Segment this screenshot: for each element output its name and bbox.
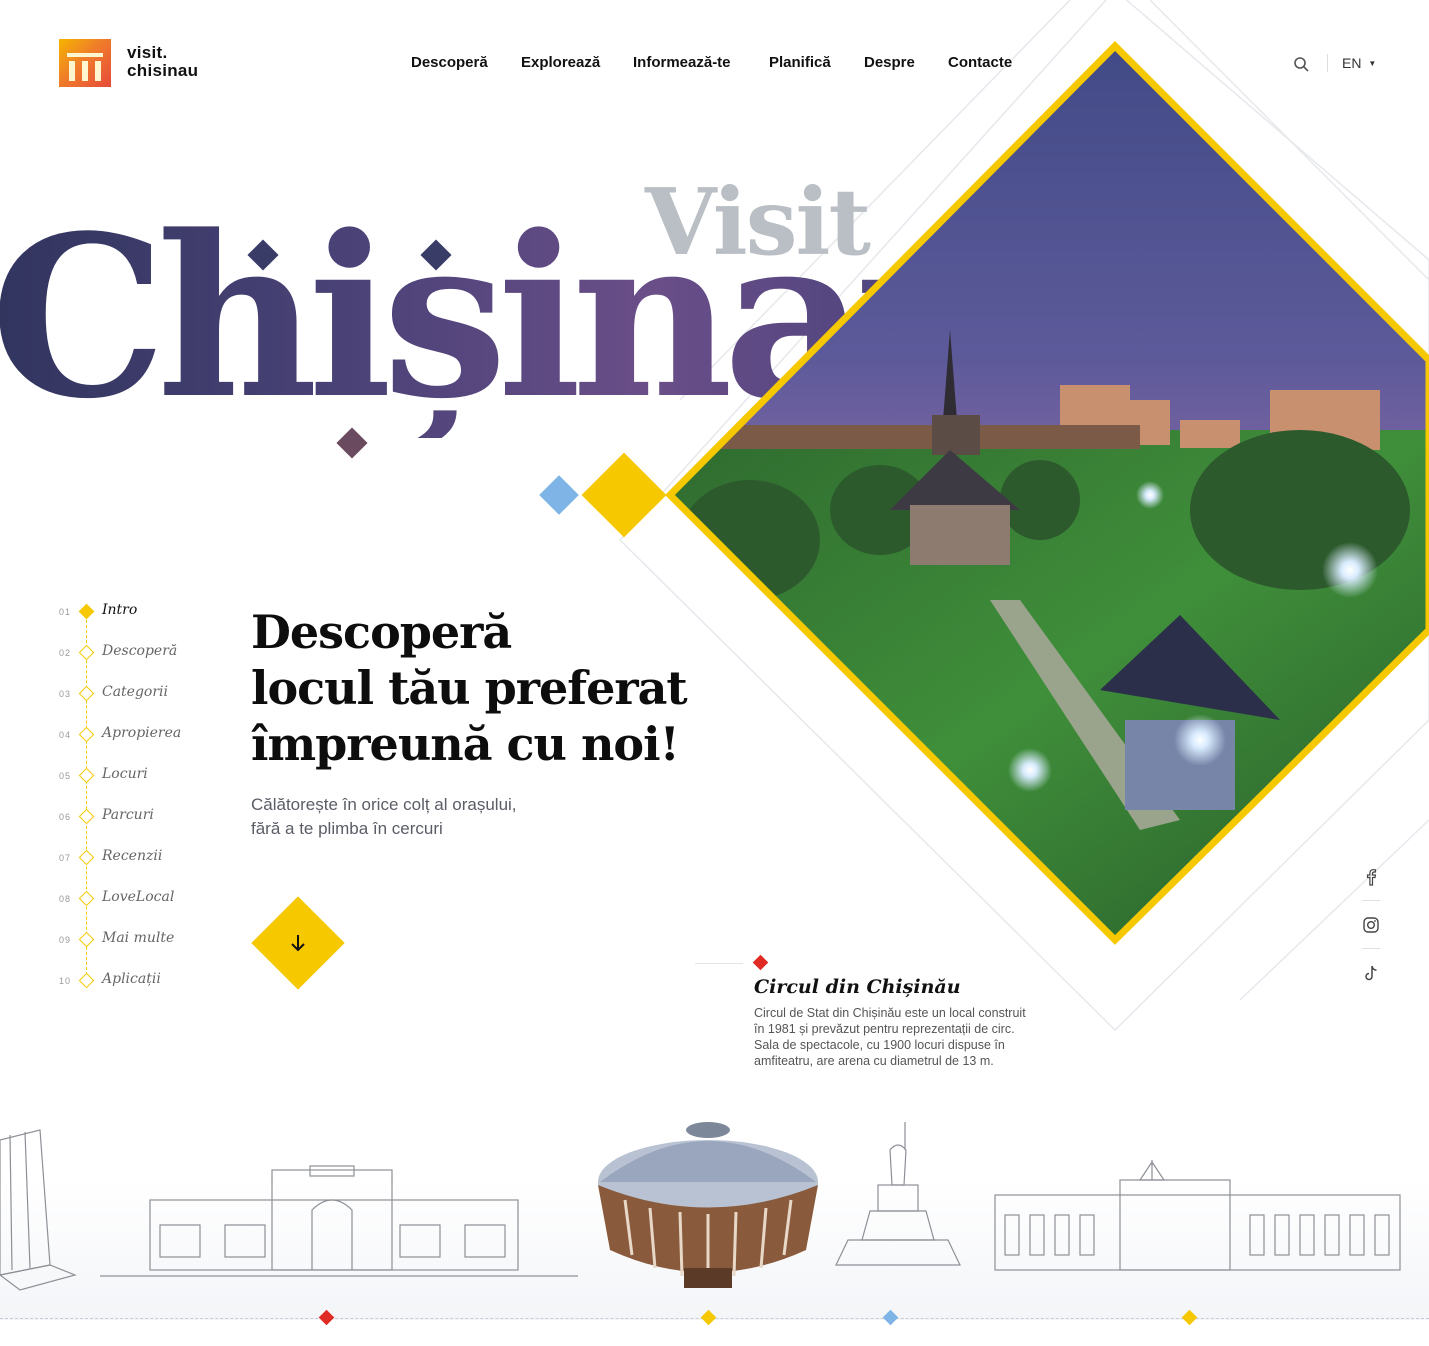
side-nav-label: Aplicații	[102, 971, 161, 987]
logo-line-1: visit.	[127, 43, 168, 62]
instagram-icon[interactable]	[1360, 914, 1382, 936]
side-nav-number: 06	[59, 812, 72, 822]
side-nav-number: 02	[59, 648, 72, 658]
nav-exploreaza[interactable]: Explorează	[521, 54, 600, 71]
side-nav-number: 04	[59, 730, 72, 740]
hero-subtitle-line: fără a te plimba în cercuri	[251, 819, 443, 838]
side-nav-label: LoveLocal	[102, 889, 175, 905]
card-divider	[695, 963, 743, 964]
side-nav-number: 03	[59, 689, 72, 699]
hero-heading: Descoperă locul tău preferat împreună cu…	[251, 604, 688, 772]
side-nav-label: Recenzii	[102, 848, 163, 864]
side-nav-number: 10	[59, 976, 72, 986]
social-divider	[1362, 900, 1380, 901]
info-card-title[interactable]: Circul din Chișinău	[754, 976, 961, 998]
logo-text[interactable]: visit. chisinau	[127, 44, 198, 80]
side-nav-number: 08	[59, 894, 72, 904]
side-nav-label: Apropierea	[102, 725, 182, 741]
side-nav-label: Descoperă	[102, 643, 178, 659]
side-nav-line	[86, 620, 87, 980]
side-nav-label: Parcuri	[102, 807, 154, 823]
side-nav-label: Intro	[102, 602, 138, 618]
hero-heading-line: împreună cu noi!	[251, 717, 680, 771]
circus-building	[598, 1122, 818, 1288]
nav-descopera[interactable]: Descoperă	[411, 54, 488, 71]
hero-subtitle: Călătorește în orice colț al orașului, f…	[251, 793, 517, 841]
hero-heading-line: locul tău preferat	[251, 661, 688, 715]
hero-heading-line: Descoperă	[251, 605, 512, 659]
landmark-illustrations	[0, 1122, 1401, 1291]
info-card-text: Circul de Stat din Chișinău este un loca…	[754, 1006, 1026, 1068]
hero-subtitle-line: Călătorește în orice colț al orașului,	[251, 795, 517, 814]
logo-line-2: chisinau	[127, 61, 199, 80]
arrow-down-icon[interactable]	[287, 932, 309, 954]
side-nav-label: Locuri	[102, 766, 148, 782]
side-nav-number: 07	[59, 853, 72, 863]
side-nav-number: 05	[59, 771, 72, 781]
social-divider	[1362, 948, 1380, 949]
logo-icon[interactable]	[59, 39, 111, 87]
side-nav-number: 09	[59, 935, 72, 945]
hero-photo	[665, 41, 1429, 945]
side-nav-number: 01	[59, 607, 72, 617]
tiktok-icon[interactable]	[1360, 962, 1382, 984]
side-nav-label: Categorii	[102, 684, 169, 700]
side-nav-label: Mai multe	[102, 930, 175, 946]
facebook-icon[interactable]	[1360, 866, 1382, 888]
